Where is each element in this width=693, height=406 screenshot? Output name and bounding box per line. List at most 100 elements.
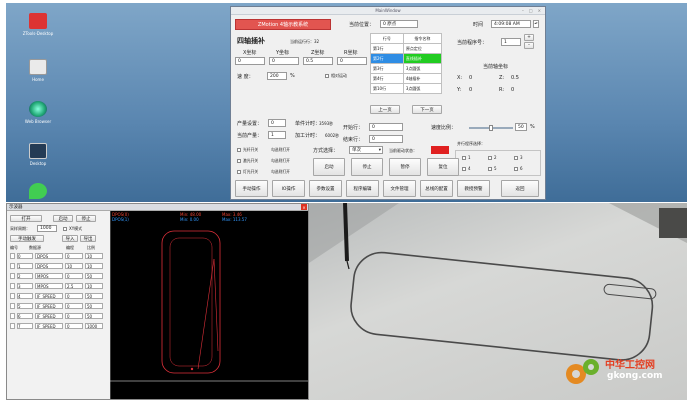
import-button[interactable]: 导入 (62, 235, 78, 242)
channel-prog[interactable]: 0 (65, 312, 83, 319)
channel-enable-checkbox[interactable] (10, 292, 15, 299)
channel-prog[interactable]: 10 (65, 262, 83, 269)
channel-ratio[interactable]: 50 (85, 292, 103, 299)
parallel-option-2[interactable]: 2 (488, 155, 497, 160)
nav-files-button[interactable]: 文件管理 (383, 180, 416, 197)
channel-row[interactable]: 1 DPOS 10 10 (10, 262, 103, 269)
open-button[interactable]: 打开 (10, 215, 42, 222)
pause-button[interactable]: 暂停 (389, 158, 421, 176)
table-row[interactable]: 第10行 3点圆弧 (370, 83, 443, 94)
r-input[interactable]: 0 (337, 57, 367, 65)
export-button[interactable]: 导出 (80, 235, 96, 242)
channel-row[interactable]: 3 MPOS 2.5 10 (10, 282, 103, 289)
close-icon[interactable]: × (301, 204, 307, 210)
channel-prog[interactable]: 0 (65, 272, 83, 279)
channel-prog[interactable]: 0 (65, 292, 83, 299)
xy-mode-checkbox[interactable]: XY模式 (63, 226, 82, 232)
table-row[interactable]: 第4行 4轴插补 (370, 73, 443, 84)
channel-id[interactable]: 7 (17, 322, 33, 329)
reset-button[interactable]: 复位 (427, 158, 459, 176)
channel-ratio[interactable]: 1000 (85, 322, 103, 329)
nav-manual-button[interactable]: 手动操作 (235, 180, 268, 197)
output-set-input[interactable]: 0 (268, 119, 286, 127)
end-line-input[interactable]: 0 (369, 135, 403, 143)
parallel-option-6[interactable]: 6 (514, 166, 523, 171)
prev-page-button[interactable]: 上一页 (370, 105, 400, 114)
desktop-icon-qt[interactable] (16, 183, 60, 201)
channel-id[interactable]: 4 (17, 292, 33, 299)
channel-row[interactable]: 6 IF_SPEED 0 50 (10, 312, 103, 319)
io-check-fiber[interactable]: 光纤开关 (237, 147, 258, 153)
desktop-icon-home[interactable]: Home (16, 59, 60, 82)
start-line-input[interactable]: 0 (369, 123, 403, 131)
desktop-icon-ztools[interactable]: ZTools-Desktop (16, 13, 60, 36)
x-input[interactable]: 0 (235, 57, 265, 65)
parallel-option-4[interactable]: 4 (462, 166, 471, 171)
channel-prog[interactable]: 0 (65, 252, 83, 259)
channel-id[interactable]: 3 (17, 282, 33, 289)
channel-enable-checkbox[interactable] (10, 262, 15, 269)
channel-prog[interactable]: 0 (65, 302, 83, 309)
nav-bus-button[interactable]: 总线的配置 (420, 180, 453, 197)
channel-source[interactable]: IF_SPEED (35, 322, 63, 329)
program-down-icon[interactable]: – (524, 42, 534, 49)
mode-select[interactable]: 单次 ▾ (349, 146, 383, 154)
channel-enable-checkbox[interactable] (10, 252, 15, 259)
channel-prog[interactable]: 2.5 (65, 282, 83, 289)
nav-back-button[interactable]: 返回 (501, 180, 539, 197)
table-row[interactable]: 第1行 原点定位 (370, 43, 443, 54)
channel-row[interactable]: 4 IF_SPEED 0 50 (10, 292, 103, 299)
channel-id[interactable]: 1 (17, 262, 33, 269)
table-row[interactable]: 第3行 3点圆弧 (370, 63, 443, 74)
desktop-icon-desktop[interactable]: Desktop (16, 143, 60, 166)
channel-ratio[interactable]: 50 (85, 272, 103, 279)
channel-prog[interactable]: 0 (65, 322, 83, 329)
program-no-input[interactable]: 1 (501, 38, 521, 46)
sample-input[interactable]: 1000 (37, 225, 57, 232)
channel-source[interactable]: MPOS (35, 272, 63, 279)
parallel-option-1[interactable]: 1 (462, 155, 471, 160)
parallel-option-5[interactable]: 5 (488, 166, 497, 171)
io-check-light[interactable]: 灯光开关 (237, 169, 258, 175)
channel-row[interactable]: 2 MPOS 0 50 (10, 272, 103, 279)
collect-button[interactable]: 启动 (53, 215, 73, 222)
channel-ratio[interactable]: 50 (85, 302, 103, 309)
channel-row[interactable]: 5 IF_SPEED 0 50 (10, 302, 103, 309)
channel-ratio[interactable]: 50 (85, 312, 103, 319)
ratio-slider[interactable] (469, 125, 513, 131)
next-page-button[interactable]: 下一页 (412, 105, 442, 114)
channel-id[interactable]: 6 (17, 312, 33, 319)
channel-id[interactable]: 0 (17, 252, 33, 259)
system-title-button[interactable]: ZMotion 4轴示教系统 (235, 19, 331, 30)
nav-io-button[interactable]: IO操作 (272, 180, 305, 197)
start-button[interactable]: 启动 (313, 158, 345, 176)
program-up-icon[interactable]: + (524, 34, 534, 41)
nav-params-button[interactable]: 参数设置 (309, 180, 342, 197)
minimize-icon[interactable]: – (522, 8, 524, 13)
channel-source[interactable]: DPOS (35, 262, 63, 269)
channel-ratio[interactable]: 10 (85, 262, 103, 269)
speed-input[interactable]: 200 (267, 72, 287, 80)
channel-source[interactable]: IF_SPEED (35, 312, 63, 319)
channel-ratio[interactable]: 10 (85, 282, 103, 289)
channel-source[interactable]: IF_SPEED (35, 292, 63, 299)
manual-trigger-button[interactable]: 手动触发 (10, 235, 44, 242)
channel-source[interactable]: DPOS (35, 252, 63, 259)
close-icon[interactable]: × (538, 8, 541, 13)
relative-checkbox[interactable]: 相对运动 (325, 73, 347, 79)
channel-enable-checkbox[interactable] (10, 302, 15, 309)
io-check-laser[interactable]: 激光开关 (237, 158, 258, 164)
channel-ratio[interactable]: 10 (85, 252, 103, 259)
channel-enable-checkbox[interactable] (10, 312, 15, 319)
channel-id[interactable]: 5 (17, 302, 33, 309)
z-input[interactable]: 0.5 (303, 57, 333, 65)
channel-source[interactable]: MPOS (35, 282, 63, 289)
channel-enable-checkbox[interactable] (10, 282, 15, 289)
ratio-slider-handle[interactable] (489, 125, 493, 131)
parallel-option-3[interactable]: 3 (514, 155, 523, 160)
time-spin-icon[interactable]: ▴▾ (533, 20, 539, 28)
stop-button[interactable]: 停止 (351, 158, 383, 176)
stop-collect-button[interactable]: 停止 (76, 215, 96, 222)
channel-id[interactable]: 2 (17, 272, 33, 279)
channel-row[interactable]: 0 DPOS 0 10 (10, 252, 103, 259)
